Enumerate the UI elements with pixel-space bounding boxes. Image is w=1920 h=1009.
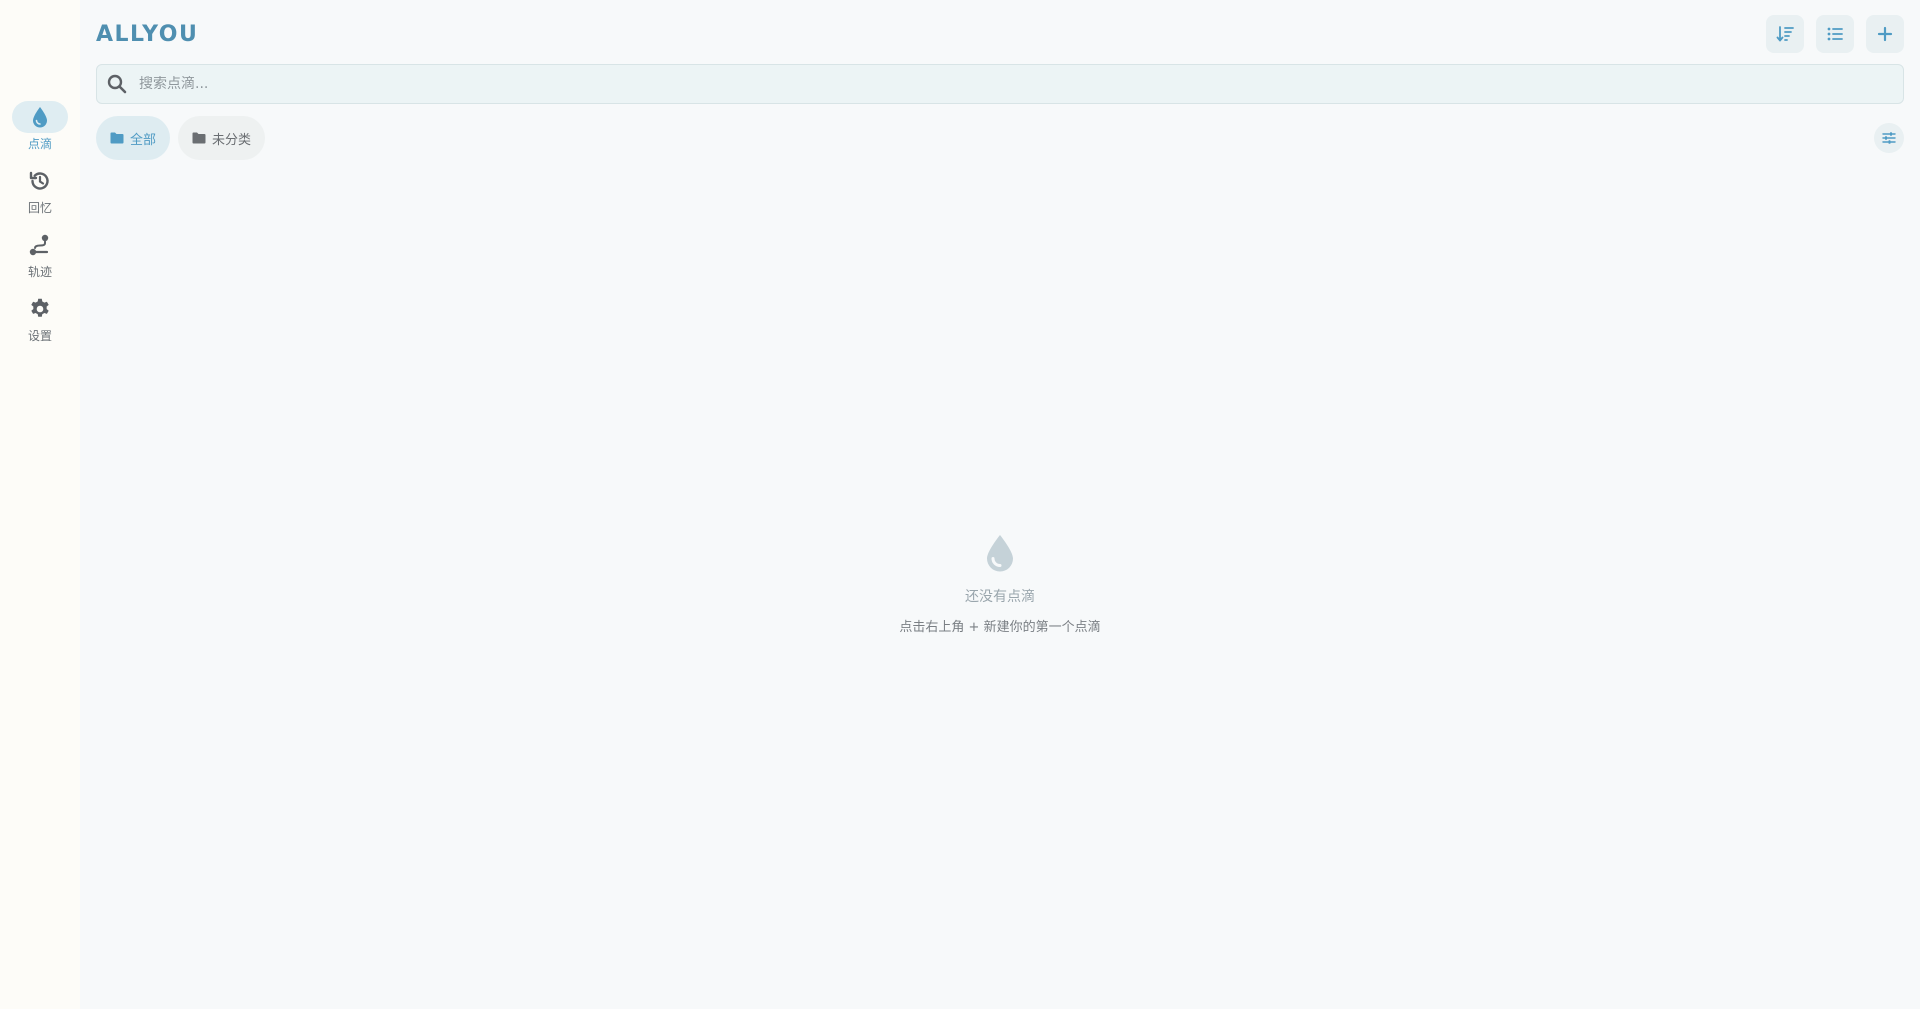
- app-root: 点滴 回忆 轨迹 设置 ALLYOU 搜索点滴... 全部 未分类 还没有点滴 …: [0, 0, 1920, 1009]
- filter-chip-label: 全部: [130, 132, 157, 148]
- sidebar: 点滴 回忆 轨迹 设置: [0, 0, 80, 1009]
- header-actions: [1766, 15, 1904, 53]
- drop-icon: [33, 107, 47, 128]
- search-bar: [96, 64, 1904, 104]
- sort-icon: [1776, 26, 1794, 42]
- drop-icon: [987, 535, 1013, 572]
- sidebar-item-label: 点滴: [27, 137, 52, 151]
- sidebar-item-label: 回忆: [27, 201, 52, 215]
- sort-button[interactable]: [1766, 15, 1804, 53]
- sidebar-item-memories-pill: [12, 165, 68, 197]
- history-icon: [29, 171, 49, 190]
- empty-state: 还没有点滴 点击右上角 + 新建你的第一个点滴: [80, 534, 1920, 635]
- sidebar-item-drops[interactable]: 点滴: [8, 101, 72, 165]
- filter-chip-label: 未分类: [212, 132, 252, 148]
- filter-chip-all[interactable]: 全部: [96, 116, 171, 160]
- add-button[interactable]: [1866, 15, 1904, 53]
- list-view-button[interactable]: [1816, 15, 1854, 53]
- sidebar-item-label: 设置: [27, 329, 52, 343]
- sidebar-item-settings-pill: [12, 293, 68, 325]
- category-filters: 全部 未分类: [96, 116, 1904, 160]
- empty-state-title: 还没有点滴: [965, 589, 1035, 605]
- folder-icon: [192, 132, 206, 144]
- sliders-icon: [1882, 132, 1896, 144]
- sidebar-item-drops-pill: [12, 101, 68, 133]
- filter-settings-button[interactable]: [1874, 123, 1904, 153]
- empty-state-hint: 点击右上角 + 新建你的第一个点滴: [899, 620, 1101, 635]
- header: ALLYOU: [96, 14, 1904, 54]
- search-input[interactable]: [139, 76, 1903, 92]
- folder-icon: [110, 132, 124, 144]
- sidebar-item-label: 轨迹: [27, 265, 52, 279]
- list-icon: [1827, 27, 1843, 41]
- sidebar-item-memories[interactable]: 回忆: [8, 165, 72, 229]
- filter-chip-uncategorized[interactable]: 未分类: [178, 116, 266, 160]
- route-icon: [29, 234, 49, 256]
- plus-icon: [1877, 26, 1893, 42]
- main-content: ALLYOU 搜索点滴... 全部 未分类 还没有点滴 点击右上角 + 新建你的…: [80, 0, 1920, 1009]
- sidebar-item-tracks[interactable]: 轨迹: [8, 229, 72, 293]
- app-title: ALLYOU: [96, 21, 199, 47]
- sidebar-item-settings[interactable]: 设置: [8, 293, 72, 357]
- search-icon: [107, 74, 127, 94]
- gear-icon: [31, 298, 49, 317]
- sidebar-item-tracks-pill: [12, 229, 68, 261]
